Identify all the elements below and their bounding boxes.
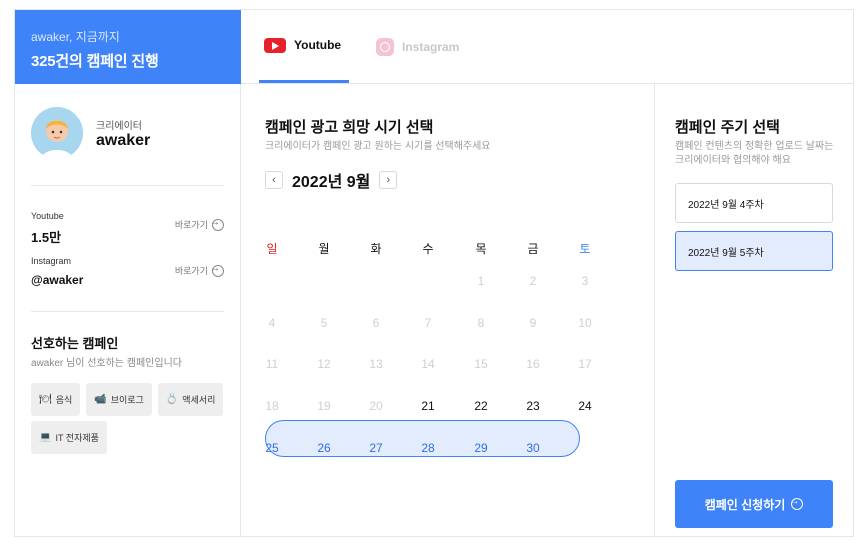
weekday-header: 화 <box>370 242 382 256</box>
divider <box>31 311 224 312</box>
arrow-right-circle-icon <box>210 263 224 277</box>
chip-accessory[interactable]: 💍 액세서리 <box>157 383 224 416</box>
instagram-shortcut-label: 바로가기 <box>174 266 208 276</box>
chip-label: IT 전자제품 <box>55 433 99 443</box>
chip-label: 브이로그 <box>110 395 144 405</box>
calendar-day: 4 <box>268 316 276 330</box>
cycle-option-week4[interactable]: 2022년 9월 4주차 <box>675 183 833 223</box>
creator-role: 크리에이터 <box>96 121 142 132</box>
weekday-header: 토 <box>579 242 591 256</box>
avatar <box>31 107 83 159</box>
calendar-day: 18 <box>265 399 279 413</box>
ring-icon: 💍 <box>165 394 179 405</box>
calendar-day: 19 <box>317 399 331 413</box>
apply-campaign-label: 캠페인 신청하기 <box>704 497 786 512</box>
platform-tabs: Youtube Instagram <box>241 10 853 84</box>
tab-youtube-label: Youtube <box>294 38 342 52</box>
prev-month-button[interactable]: ‹ <box>265 171 283 189</box>
youtube-shortcut-link[interactable]: 바로가기 <box>174 217 224 231</box>
calendar-day: 3 <box>581 274 589 288</box>
apply-campaign-button[interactable]: 캠페인 신청하기 <box>675 480 833 528</box>
creator-name: awaker <box>96 132 151 149</box>
calendar-day[interactable]: 30 <box>513 441 553 455</box>
chevron-right-icon: › <box>386 174 391 186</box>
summary-banner: awaker, 지금까지 325건의 캠페인 진행 <box>15 10 241 84</box>
calendar-day: 14 <box>421 357 435 371</box>
calendar-day: 6 <box>372 316 380 330</box>
campaign-timing-panel: 캠페인 광고 희망 시기 선택 크리에이터가 캠페인 광고 원하는 시기를 선택… <box>241 84 655 536</box>
arrow-right-circle-icon <box>789 496 804 510</box>
calendar-day: 8 <box>477 316 485 330</box>
laptop-icon: 💻 <box>39 432 52 443</box>
calendar-day: 17 <box>578 357 592 371</box>
tab-instagram[interactable]: Instagram <box>376 10 459 83</box>
weekday-header: 월 <box>318 242 330 256</box>
chip-it-electronics[interactable]: 💻 IT 전자제품 <box>31 421 107 454</box>
youtube-icon <box>264 37 286 53</box>
instagram-stat-label: Instagram <box>31 256 72 266</box>
divider <box>31 185 224 186</box>
campaign-cycle-panel: 캠페인 주기 선택 캠페인 컨텐츠의 정확한 업로드 날짜는 크리에이터와 협의… <box>655 84 853 536</box>
calendar-day: 16 <box>526 357 540 371</box>
tab-instagram-label: Instagram <box>402 39 460 54</box>
calendar-day[interactable]: 22 <box>461 399 501 413</box>
calendar-day: 15 <box>474 357 488 371</box>
video-camera-icon: 📹 <box>94 394 107 405</box>
calendar-day: 7 <box>424 316 432 330</box>
tab-youtube[interactable]: Youtube <box>259 10 349 83</box>
chip-label: 음식 <box>55 395 73 405</box>
utensils-icon: 🍽 <box>39 394 52 405</box>
calendar-day[interactable]: 23 <box>513 399 553 413</box>
calendar-day: 12 <box>317 357 331 371</box>
preferred-campaign-subtitle: awaker 님이 선호하는 캠페인입니다 <box>31 358 182 369</box>
calendar-day: 20 <box>369 399 383 413</box>
calendar-day[interactable]: 26 <box>304 441 344 455</box>
chip-vlog[interactable]: 📹 브이로그 <box>86 383 152 416</box>
cycle-section-subtitle: 캠페인 컨텐츠의 정확한 업로드 날짜는 크리에이터와 협의해야 해요 <box>675 141 834 166</box>
calendar-day: 5 <box>320 316 328 330</box>
calendar-day: 11 <box>265 357 279 371</box>
chevron-left-icon: ‹ <box>272 174 276 186</box>
weekday-header: 수 <box>422 242 434 256</box>
instagram-icon <box>376 37 394 56</box>
summary-subtitle: awaker, 지금까지 <box>31 30 120 44</box>
current-month: 2022년 9월 <box>292 174 371 191</box>
timing-section-subtitle: 크리에이터가 캠페인 광고 원하는 시기를 선택해주세요 <box>265 141 491 152</box>
calendar-day: 9 <box>529 316 537 330</box>
calendar-day: 10 <box>578 316 592 330</box>
calendar-day: 1 <box>477 274 485 288</box>
instagram-shortcut-link[interactable]: 바로가기 <box>174 263 224 277</box>
calendar-day[interactable]: 24 <box>565 399 605 413</box>
calendar-day: 2 <box>529 274 537 288</box>
calendar-day[interactable]: 28 <box>408 441 448 455</box>
weekday-header: 목 <box>475 242 487 256</box>
youtube-shortcut-label: 바로가기 <box>174 220 208 230</box>
creator-sidebar: 크리에이터 awaker Youtube 1.5만 바로가기 Instagram… <box>15 84 241 536</box>
cycle-option-week5[interactable]: 2022년 9월 5주차 <box>675 231 833 271</box>
chip-food[interactable]: 🍽 음식 <box>31 383 81 416</box>
summary-title: 325건의 캠페인 진행 <box>31 53 159 70</box>
weekday-header: 금 <box>527 242 539 256</box>
chip-label: 액세서리 <box>182 395 216 405</box>
app-frame: awaker, 지금까지 325건의 캠페인 진행 Youtube Instag… <box>14 9 854 537</box>
calendar-day: 13 <box>369 357 383 371</box>
next-month-button[interactable]: › <box>379 171 398 189</box>
avatar-illustration <box>31 107 83 159</box>
calendar-day[interactable]: 29 <box>461 441 501 455</box>
arrow-right-circle-icon <box>210 217 224 231</box>
instagram-handle: @awaker <box>31 273 84 287</box>
youtube-stat-label: Youtube <box>31 211 64 221</box>
calendar-day[interactable]: 27 <box>356 441 396 455</box>
month-navigator: ‹ 2022년 9월 › <box>265 168 398 192</box>
preferred-campaign-title: 선호하는 캠페인 <box>31 336 119 351</box>
cycle-section-title: 캠페인 주기 선택 <box>675 119 780 136</box>
preferred-campaign-chips: 🍽 음식 📹 브이로그 💍 액세서리 💻 IT 전자제품 <box>31 383 231 454</box>
calendar-day[interactable]: 21 <box>408 399 448 413</box>
calendar-day[interactable]: 25 <box>252 441 292 455</box>
youtube-subscriber-count: 1.5만 <box>31 230 62 245</box>
timing-section-title: 캠페인 광고 희망 시기 선택 <box>265 119 434 136</box>
weekday-header: 일 <box>266 242 278 256</box>
